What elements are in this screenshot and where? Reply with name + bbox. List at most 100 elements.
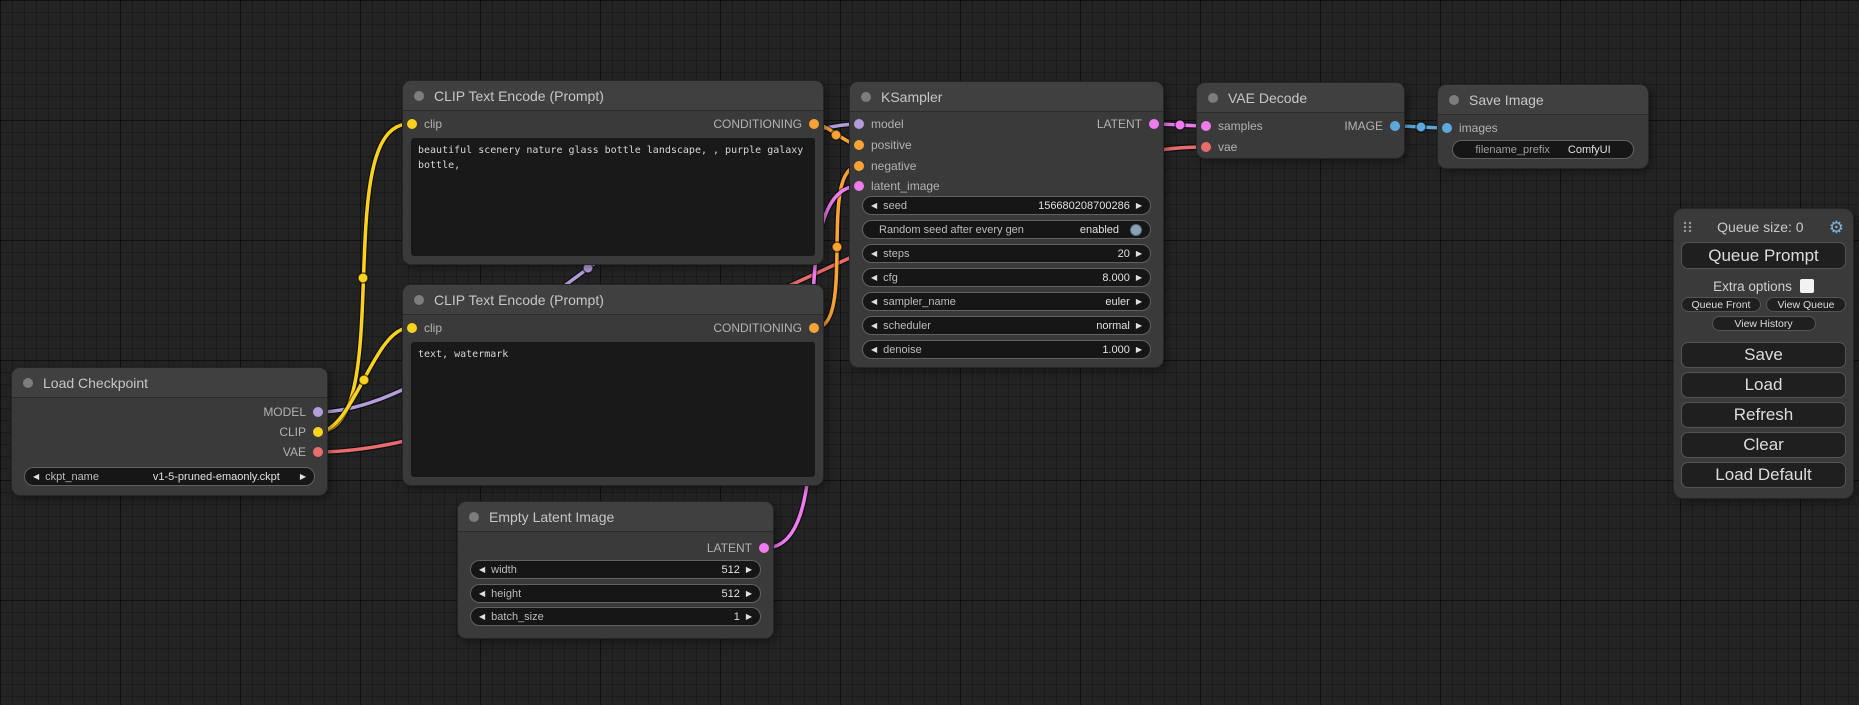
latent-slot-dot[interactable]	[1149, 119, 1159, 129]
conditioning-slot-dot[interactable]	[854, 161, 864, 171]
output-slot-conditioning[interactable]: CONDITIONING	[713, 116, 819, 132]
model-slot-dot[interactable]	[854, 119, 864, 129]
node-collapse-dot[interactable]	[1208, 93, 1218, 103]
output-slot-model[interactable]: MODEL	[263, 404, 323, 420]
gear-icon[interactable]: ⚙	[1829, 219, 1844, 236]
node-empty-latent-image[interactable]: Empty Latent Image LATENT ◀ width 512 ▶ …	[458, 502, 773, 638]
vae-slot-dot[interactable]	[1201, 142, 1211, 152]
view-history-button[interactable]: View History	[1712, 316, 1816, 331]
node-title-bar[interactable]: KSampler	[850, 82, 1163, 112]
input-slot-model[interactable]: model	[854, 116, 904, 132]
node-title-bar[interactable]: Load Checkpoint	[12, 368, 327, 398]
output-slot-image[interactable]: IMAGE	[1344, 118, 1400, 134]
ckpt-name-widget[interactable]: ◀ ckpt_name v1-5-pruned-emaonly.ckpt ▶	[24, 467, 315, 486]
filename-prefix-widget[interactable]: filename_prefix ComfyUI	[1452, 140, 1634, 159]
widget-decrement-arrow[interactable]: ◀	[871, 274, 877, 282]
load-button[interactable]: Load	[1681, 372, 1846, 398]
queue-menu-panel[interactable]: Queue size: 0 ⚙ Queue Prompt Extra optio…	[1674, 209, 1853, 498]
view-queue-button[interactable]: View Queue	[1766, 297, 1846, 312]
node-clip-text-encode-negative[interactable]: CLIP Text Encode (Prompt) clip CONDITION…	[403, 285, 823, 485]
queue-front-button[interactable]: Queue Front	[1681, 297, 1761, 312]
load-default-button[interactable]: Load Default	[1681, 462, 1846, 488]
conditioning-slot-dot[interactable]	[809, 323, 819, 333]
image-slot-dot[interactable]	[1390, 121, 1400, 131]
width-widget[interactable]: ◀ width 512 ▶	[470, 560, 761, 579]
output-slot-clip[interactable]: CLIP	[279, 424, 323, 440]
input-slot-negative[interactable]: negative	[854, 158, 916, 174]
widget-decrement-arrow[interactable]: ◀	[871, 346, 877, 354]
node-ksampler[interactable]: KSampler model positive negative latent_…	[850, 82, 1163, 367]
height-widget[interactable]: ◀ height 512 ▶	[470, 584, 761, 603]
random-seed-toggle-widget[interactable]: Random seed after every gen enabled	[862, 220, 1151, 239]
prompt-text-widget[interactable]: text, watermark	[411, 342, 815, 477]
widget-increment-arrow[interactable]: ▶	[1136, 274, 1142, 282]
steps-widget[interactable]: ◀ steps 20 ▶	[862, 244, 1151, 263]
widget-decrement-arrow[interactable]: ◀	[871, 250, 877, 258]
widget-increment-arrow[interactable]: ▶	[300, 473, 306, 481]
vae-slot-dot[interactable]	[313, 447, 323, 457]
input-slot-vae[interactable]: vae	[1201, 139, 1237, 155]
comfyui-canvas[interactable]: { "app_title": "ComfyUI workflow graph",…	[0, 0, 1859, 705]
node-load-checkpoint[interactable]: Load Checkpoint MODEL CLIP VAE ◀ ckpt_na…	[12, 368, 327, 495]
extra-options-checkbox[interactable]	[1800, 279, 1814, 293]
widget-decrement-arrow[interactable]: ◀	[871, 322, 877, 330]
save-button[interactable]: Save	[1681, 342, 1846, 368]
widget-increment-arrow[interactable]: ▶	[746, 613, 752, 621]
widget-increment-arrow[interactable]: ▶	[1136, 298, 1142, 306]
node-title-bar[interactable]: VAE Decode	[1197, 83, 1404, 113]
conditioning-slot-dot[interactable]	[854, 140, 864, 150]
latent-slot-dot[interactable]	[854, 181, 864, 191]
node-title-bar[interactable]: CLIP Text Encode (Prompt)	[403, 285, 823, 315]
queue-prompt-button[interactable]: Queue Prompt	[1681, 242, 1846, 269]
image-slot-dot[interactable]	[1442, 123, 1452, 133]
widget-decrement-arrow[interactable]: ◀	[479, 613, 485, 621]
node-title-bar[interactable]: Empty Latent Image	[458, 502, 773, 532]
input-slot-clip[interactable]: clip	[407, 320, 442, 336]
output-slot-vae[interactable]: VAE	[283, 444, 323, 460]
input-slot-positive[interactable]: positive	[854, 137, 912, 153]
latent-slot-dot[interactable]	[1201, 121, 1211, 131]
batch-size-widget[interactable]: ◀ batch_size 1 ▶	[470, 607, 761, 626]
widget-increment-arrow[interactable]: ▶	[1136, 322, 1142, 330]
clip-slot-dot[interactable]	[407, 119, 417, 129]
panel-drag-handle-icon[interactable]	[1683, 220, 1692, 234]
widget-decrement-arrow[interactable]: ◀	[871, 298, 877, 306]
node-save-image[interactable]: Save Image images filename_prefix ComfyU…	[1438, 85, 1648, 168]
widget-decrement-arrow[interactable]: ◀	[871, 202, 877, 210]
refresh-button[interactable]: Refresh	[1681, 402, 1846, 428]
input-slot-images[interactable]: images	[1442, 120, 1498, 136]
widget-increment-arrow[interactable]: ▶	[1136, 202, 1142, 210]
model-slot-dot[interactable]	[313, 407, 323, 417]
node-collapse-dot[interactable]	[861, 92, 871, 102]
prompt-text-widget[interactable]: beautiful scenery nature glass bottle la…	[411, 138, 815, 256]
clip-slot-dot[interactable]	[313, 427, 323, 437]
output-slot-latent[interactable]: LATENT	[707, 540, 769, 556]
widget-increment-arrow[interactable]: ▶	[1136, 346, 1142, 354]
scheduler-widget[interactable]: ◀ scheduler normal ▶	[862, 316, 1151, 335]
cfg-widget[interactable]: ◀ cfg 8.000 ▶	[862, 268, 1151, 287]
node-collapse-dot[interactable]	[23, 378, 33, 388]
node-collapse-dot[interactable]	[1449, 95, 1459, 105]
node-collapse-dot[interactable]	[414, 91, 424, 101]
node-title-bar[interactable]: Save Image	[1438, 85, 1648, 115]
sampler-name-widget[interactable]: ◀ sampler_name euler ▶	[862, 292, 1151, 311]
widget-increment-arrow[interactable]: ▶	[746, 590, 752, 598]
widget-decrement-arrow[interactable]: ◀	[479, 566, 485, 574]
widget-decrement-arrow[interactable]: ◀	[479, 590, 485, 598]
input-slot-samples[interactable]: samples	[1201, 118, 1263, 134]
node-collapse-dot[interactable]	[469, 512, 479, 522]
clear-button[interactable]: Clear	[1681, 432, 1846, 458]
widget-increment-arrow[interactable]: ▶	[746, 566, 752, 574]
input-slot-latent-image[interactable]: latent_image	[854, 178, 940, 194]
seed-widget[interactable]: ◀ seed 156680208700286 ▶	[862, 196, 1151, 215]
clip-slot-dot[interactable]	[407, 323, 417, 333]
conditioning-slot-dot[interactable]	[809, 119, 819, 129]
widget-decrement-arrow[interactable]: ◀	[33, 473, 39, 481]
output-slot-conditioning[interactable]: CONDITIONING	[713, 320, 819, 336]
denoise-widget[interactable]: ◀ denoise 1.000 ▶	[862, 340, 1151, 359]
input-slot-clip[interactable]: clip	[407, 116, 442, 132]
toggle-on-icon[interactable]	[1130, 224, 1142, 236]
node-vae-decode[interactable]: VAE Decode samples vae IMAGE	[1197, 83, 1404, 158]
output-slot-latent[interactable]: LATENT	[1097, 116, 1159, 132]
widget-increment-arrow[interactable]: ▶	[1136, 250, 1142, 258]
